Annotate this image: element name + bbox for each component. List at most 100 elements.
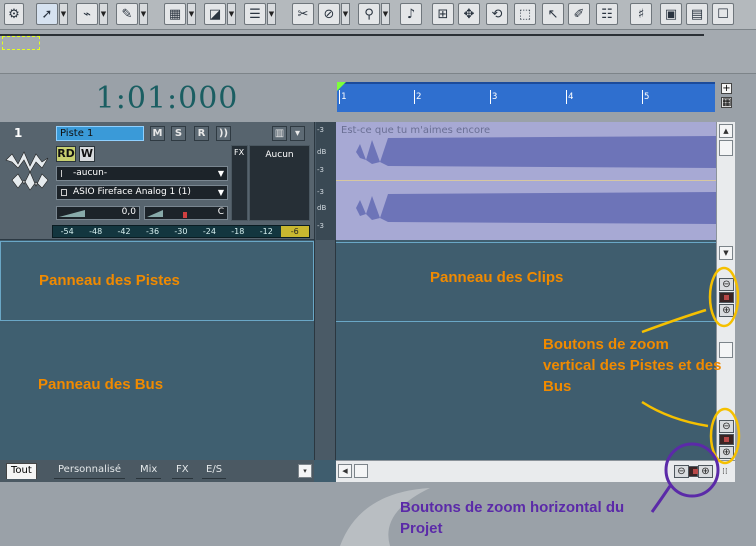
input-monitor-button[interactable]: )) [216, 126, 231, 141]
input-select[interactable]: -aucun- ▼ [56, 166, 228, 181]
clips-pane[interactable]: Est-ce que tu m'aimes encore Panneau des… [336, 122, 716, 460]
scissors-tool-button[interactable]: ✂ [292, 3, 314, 25]
meter-tick: -12 [259, 227, 273, 236]
pencil-tool-button[interactable]: ✎ [116, 3, 138, 25]
mute-tool-button[interactable]: ⊘ [318, 3, 340, 25]
toolbar: ⚙ ➚ ▼ ⌁ ▼ ✎ ▼ ▦ ▼ ◪ ▼ ☰ ▼ ✂ ⊘ ▼ ⚲ ▼ ♪ ⊞ … [0, 0, 756, 30]
marker-list-button[interactable]: ☰ [244, 3, 266, 25]
select-tool-dropdown[interactable]: ▼ [59, 3, 68, 25]
tabs-menu-icon[interactable]: ▾ [298, 464, 312, 478]
clip-props-button[interactable]: ☷ [596, 3, 618, 25]
horizontal-scrollbar[interactable]: ◀ ⊖ ⊕ ⁞⁞ [336, 460, 735, 482]
pencil-alt-button[interactable]: ✐ [568, 3, 590, 25]
tracks-pane[interactable]: Panneau des Pistes [0, 241, 314, 321]
volume-slider[interactable]: 0,0 [56, 206, 140, 220]
track-filter-tabs: Tout Personnalisé Mix FX E/S ▾ [0, 460, 314, 482]
chevron-down-icon: ▼ [217, 188, 224, 197]
options-icon[interactable]: ⚙ [4, 3, 24, 25]
pan-slider[interactable]: C [144, 206, 228, 220]
ruler-tick: 5 [641, 90, 650, 104]
keyboard-button[interactable]: ♯ [630, 3, 652, 25]
track-expand-icon[interactable]: ▾ [290, 126, 305, 141]
zoom-tool-button[interactable]: ⚲ [358, 3, 380, 25]
track-name-field[interactable]: Piste 1 [56, 126, 144, 141]
db-label: -3 [317, 188, 324, 196]
zoom-in-bus-icon[interactable]: ⊕ [719, 446, 734, 459]
draw-tool-dropdown[interactable]: ▼ [99, 3, 108, 25]
loop-tool-button[interactable]: ⟲ [486, 3, 508, 25]
zoom-out-tracks-icon[interactable]: ⊖ [719, 278, 734, 291]
mute-tool-dropdown[interactable]: ▼ [341, 3, 350, 25]
select-arrow-button[interactable]: ↖ [542, 3, 564, 25]
clips-pane-lower[interactable]: Panneau des Clips [336, 242, 716, 322]
draw-tool-button[interactable]: ⌁ [76, 3, 98, 25]
expand-plus-icon[interactable]: + [721, 83, 732, 94]
crop-tool-dropdown[interactable]: ▼ [227, 3, 236, 25]
zoom-out-bus-icon[interactable]: ⊖ [719, 420, 734, 433]
navigator-strip[interactable] [0, 30, 756, 74]
select-tool-button[interactable]: ➚ [36, 3, 58, 25]
bus-pane[interactable]: Panneau des Bus [0, 324, 314, 460]
output-select[interactable]: ASIO Fireface Analog 1 (1) ▼ [56, 185, 228, 200]
zoom-in-tracks-icon[interactable]: ⊕ [719, 304, 734, 317]
tab-mix[interactable]: Mix [136, 463, 162, 479]
navigator-line [0, 34, 704, 36]
resize-grip-icon[interactable]: ⁞⁞ [722, 467, 732, 477]
region-button[interactable]: ▣ [660, 3, 682, 25]
solo-button[interactable]: S [171, 126, 186, 141]
audio-scrub-button[interactable]: ♪ [400, 3, 422, 25]
h-scroll-thumb[interactable] [354, 464, 368, 478]
meter-tick: -54 [60, 227, 74, 236]
zoom-out-horizontal-icon[interactable]: ⊖ [674, 465, 689, 478]
mute-button[interactable]: M [150, 126, 165, 141]
tab-es[interactable]: E/S [202, 463, 227, 479]
scroll-left-icon[interactable]: ◀ [338, 464, 352, 478]
move-tool-button[interactable]: ✥ [458, 3, 480, 25]
meter-button[interactable]: ▤ [686, 3, 708, 25]
output-icon [61, 189, 67, 196]
scroll-down-icon[interactable]: ▼ [719, 246, 733, 260]
insert-track-button[interactable]: ⊞ [432, 3, 454, 25]
fx-bin[interactable]: Aucun [249, 145, 310, 221]
tab-fx[interactable]: FX [172, 463, 193, 479]
tab-tout[interactable]: Tout [6, 463, 37, 479]
time-display[interactable]: 1:01:000 [0, 75, 334, 121]
track-menu-icon[interactable]: ▥ [272, 126, 287, 141]
ruler-tick: 3 [489, 90, 498, 104]
scroll-up-icon[interactable]: ▲ [719, 124, 733, 138]
audio-clip[interactable]: Est-ce que tu m'aimes encore [336, 122, 716, 240]
crop-tool-button[interactable]: ◪ [204, 3, 226, 25]
scroll-thumb[interactable] [719, 140, 733, 156]
vertical-scrollbar[interactable]: ▲ ▼ ⊖ ⊕ ⊖ ⊕ [716, 122, 735, 460]
meter-tick: -24 [202, 227, 216, 236]
zoom-in-horizontal-icon[interactable]: ⊕ [698, 465, 713, 478]
ruler-tick: 1 [338, 90, 347, 104]
db-scale: -3 dB -3 -3 dB -3 [316, 122, 336, 240]
chevron-down-icon: ▼ [217, 169, 224, 178]
zoom-bus-slider[interactable] [719, 434, 734, 445]
region-select-button[interactable]: ⬚ [514, 3, 536, 25]
meter-tick: -6 [280, 226, 309, 237]
zoom-tracks-slider[interactable] [719, 292, 734, 303]
pencil-tool-dropdown[interactable]: ▼ [139, 3, 148, 25]
grid-icon[interactable]: ▦ [721, 97, 732, 108]
tab-personnalise[interactable]: Personnalisé [54, 463, 125, 479]
navigator-marker[interactable] [2, 36, 40, 50]
tracks-pane-label: Panneau des Pistes [39, 272, 180, 289]
grid-snap-button[interactable]: ▦ [164, 3, 186, 25]
write-automation-button[interactable]: W [79, 146, 95, 162]
db-label: -3 [317, 222, 324, 230]
fx-bin-label[interactable]: FX [231, 145, 248, 221]
read-automation-button[interactable]: RD [56, 146, 76, 162]
record-arm-button[interactable]: R [194, 126, 209, 141]
track-header[interactable]: 1 Piste 1 M S R )) ▥ ▾ RD W -aucun- ▼ AS… [0, 122, 314, 240]
db-label: dB [317, 148, 327, 156]
db-label: dB [317, 204, 327, 212]
meter-tick: -30 [174, 227, 188, 236]
zoom-tool-dropdown[interactable]: ▼ [381, 3, 390, 25]
zoom-horizontal-slider[interactable] [688, 466, 698, 477]
marker-list-dropdown[interactable]: ▼ [267, 3, 276, 25]
console-button[interactable]: ☐ [712, 3, 734, 25]
timeline-ruler[interactable]: 1 2 3 4 5 [337, 82, 715, 112]
grid-snap-dropdown[interactable]: ▼ [187, 3, 196, 25]
